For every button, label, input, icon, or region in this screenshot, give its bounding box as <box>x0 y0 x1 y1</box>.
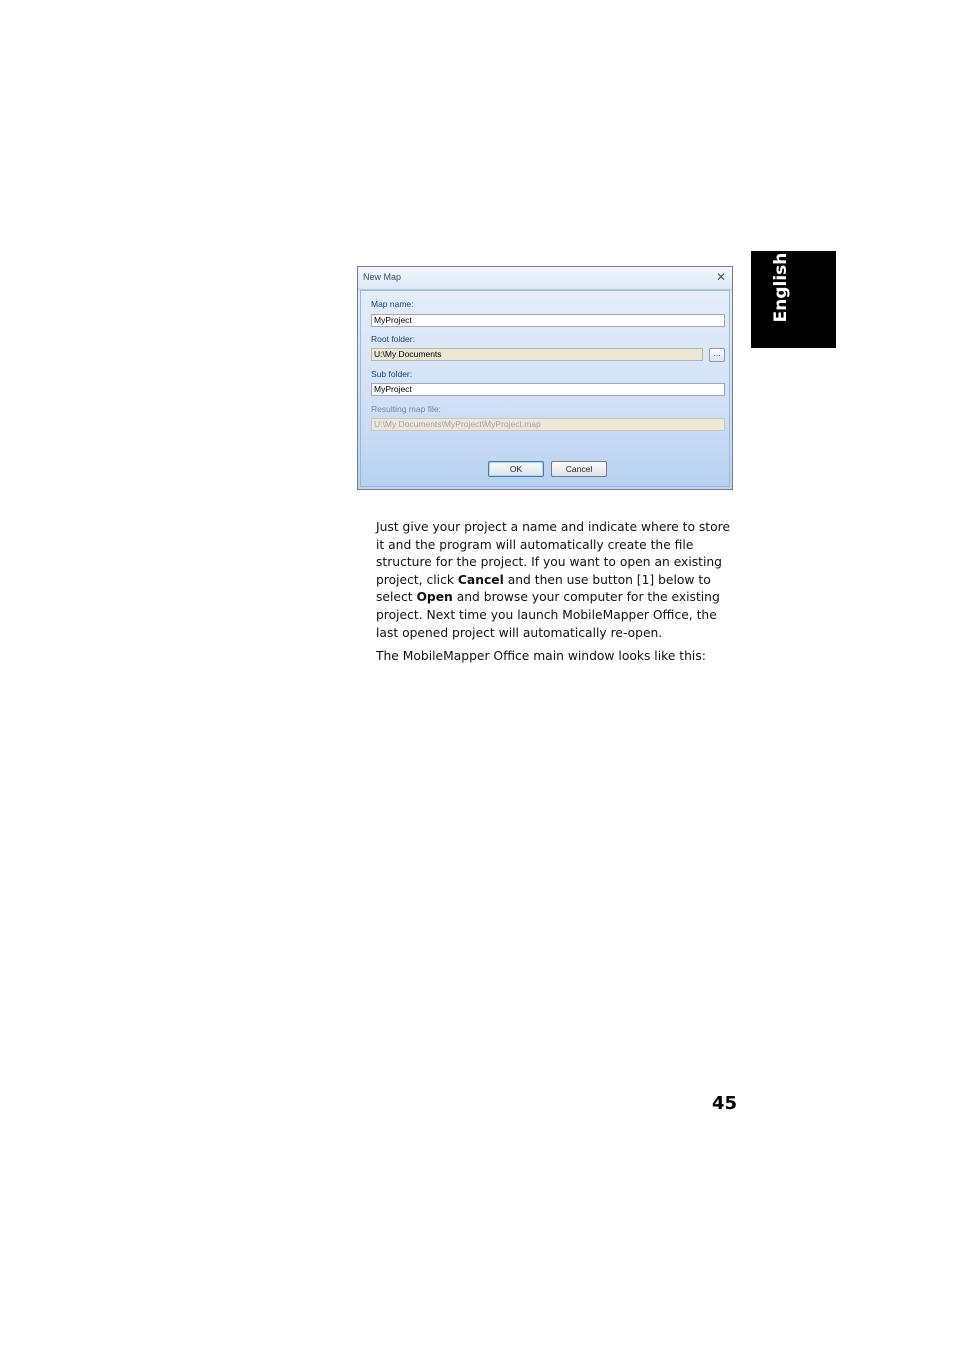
body-text: Just give your project a name and indica… <box>376 519 738 672</box>
open-keyword: Open <box>416 590 453 605</box>
resulting-map-file-field: U:\My Documents\MyProject\MyProject.map <box>371 418 725 431</box>
close-icon[interactable]: ✕ <box>716 270 726 284</box>
map-name-input[interactable]: MyProject <box>371 314 725 327</box>
new-map-dialog: New Map ✕ Map name: MyProject Root folde… <box>357 266 733 490</box>
map-name-label: Map name: <box>371 299 414 309</box>
resulting-map-file-label: Resulting map file: <box>371 404 441 414</box>
ok-button[interactable]: OK <box>488 461 544 477</box>
root-folder-label: Root folder: <box>371 334 415 344</box>
dialog-title: New Map <box>363 272 402 282</box>
paragraph-1: Just give your project a name and indica… <box>376 519 738 642</box>
dialog-titlebar: New Map ✕ <box>358 267 732 290</box>
page-number: 45 <box>711 1093 737 1114</box>
paragraph-2: The MobileMapper Office main window look… <box>376 649 706 664</box>
sub-folder-label: Sub folder: <box>371 369 413 379</box>
sub-folder-input[interactable]: MyProject <box>371 383 725 396</box>
language-tab: English <box>751 251 836 348</box>
cancel-button[interactable]: Cancel <box>551 461 607 477</box>
dialog-client-area: Map name: MyProject Root folder: U:\My D… <box>360 290 730 487</box>
root-folder-input[interactable]: U:\My Documents <box>371 348 703 361</box>
cancel-keyword: Cancel <box>457 572 504 587</box>
language-tab-label: English <box>771 252 791 323</box>
browse-button[interactable]: ... <box>709 348 725 362</box>
